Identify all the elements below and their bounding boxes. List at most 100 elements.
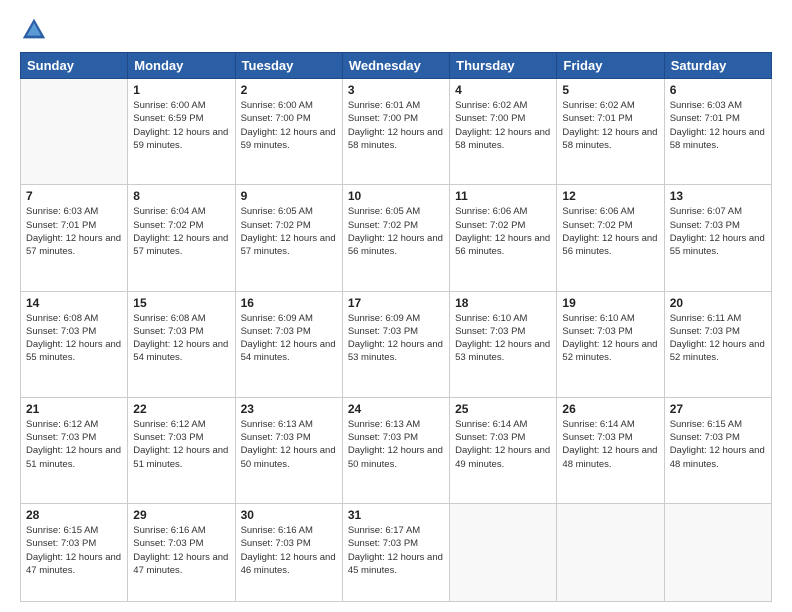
day-info: Sunrise: 6:11 AMSunset: 7:03 PMDaylight:… — [670, 312, 766, 365]
day-info: Sunrise: 6:00 AMSunset: 6:59 PMDaylight:… — [133, 99, 229, 152]
calendar-cell — [557, 504, 664, 602]
calendar-cell: 3 Sunrise: 6:01 AMSunset: 7:00 PMDaylight… — [342, 79, 449, 185]
day-info: Sunrise: 6:10 AMSunset: 7:03 PMDaylight:… — [562, 312, 658, 365]
day-number: 9 — [241, 189, 337, 203]
day-number: 30 — [241, 508, 337, 522]
day-info: Sunrise: 6:00 AMSunset: 7:00 PMDaylight:… — [241, 99, 337, 152]
day-info: Sunrise: 6:01 AMSunset: 7:00 PMDaylight:… — [348, 99, 444, 152]
calendar-cell: 6Sunrise: 6:03 AMSunset: 7:01 PMDaylight… — [664, 79, 771, 185]
calendar-cell: 23 Sunrise: 6:13 AMSunset: 7:03 PMDayligh… — [235, 397, 342, 503]
weekday-header-tuesday: Tuesday — [235, 53, 342, 79]
calendar-cell: 8 Sunrise: 6:04 AMSunset: 7:02 PMDaylight… — [128, 185, 235, 291]
day-number: 4 — [455, 83, 551, 97]
day-info: Sunrise: 6:07 AMSunset: 7:03 PMDaylight:… — [670, 205, 766, 258]
calendar-cell: 29Sunrise: 6:16 AMSunset: 7:03 PMDayligh… — [128, 504, 235, 602]
calendar-cell — [21, 79, 128, 185]
day-number: 19 — [562, 296, 658, 310]
day-number: 16 — [241, 296, 337, 310]
calendar-cell: 10 Sunrise: 6:05 AMSunset: 7:02 PMDayligh… — [342, 185, 449, 291]
week-row-2: 7 Sunrise: 6:03 AMSunset: 7:01 PMDaylight… — [21, 185, 772, 291]
day-info: Sunrise: 6:14 AMSunset: 7:03 PMDaylight:… — [455, 418, 551, 471]
day-number: 15 — [133, 296, 229, 310]
calendar-cell: 20Sunrise: 6:11 AMSunset: 7:03 PMDayligh… — [664, 291, 771, 397]
day-info: Sunrise: 6:14 AMSunset: 7:03 PMDaylight:… — [562, 418, 658, 471]
weekday-header-monday: Monday — [128, 53, 235, 79]
week-row-5: 28 Sunrise: 6:15 AMSunset: 7:03 PMDayligh… — [21, 504, 772, 602]
calendar-cell: 18 Sunrise: 6:10 AMSunset: 7:03 PMDayligh… — [450, 291, 557, 397]
day-number: 31 — [348, 508, 444, 522]
day-number: 11 — [455, 189, 551, 203]
calendar-cell: 19 Sunrise: 6:10 AMSunset: 7:03 PMDayligh… — [557, 291, 664, 397]
weekday-header-thursday: Thursday — [450, 53, 557, 79]
calendar-cell: 2 Sunrise: 6:00 AMSunset: 7:00 PMDaylight… — [235, 79, 342, 185]
calendar-cell — [664, 504, 771, 602]
calendar-cell: 22 Sunrise: 6:12 AMSunset: 7:03 PMDayligh… — [128, 397, 235, 503]
day-info: Sunrise: 6:06 AMSunset: 7:02 PMDaylight:… — [455, 205, 551, 258]
calendar-cell: 7 Sunrise: 6:03 AMSunset: 7:01 PMDaylight… — [21, 185, 128, 291]
day-info: Sunrise: 6:12 AMSunset: 7:03 PMDaylight:… — [26, 418, 122, 471]
day-info: Sunrise: 6:04 AMSunset: 7:02 PMDaylight:… — [133, 205, 229, 258]
day-number: 29 — [133, 508, 229, 522]
day-info: Sunrise: 6:02 AMSunset: 7:00 PMDaylight:… — [455, 99, 551, 152]
calendar-cell: 1 Sunrise: 6:00 AMSunset: 6:59 PMDaylight… — [128, 79, 235, 185]
day-number: 8 — [133, 189, 229, 203]
day-number: 23 — [241, 402, 337, 416]
day-number: 3 — [348, 83, 444, 97]
calendar-cell: 27Sunrise: 6:15 AMSunset: 7:03 PMDayligh… — [664, 397, 771, 503]
day-number: 21 — [26, 402, 122, 416]
day-info: Sunrise: 6:15 AMSunset: 7:03 PMDaylight:… — [26, 524, 122, 577]
weekday-header-sunday: Sunday — [21, 53, 128, 79]
calendar-cell: 13 Sunrise: 6:07 AMSunset: 7:03 PMDayligh… — [664, 185, 771, 291]
day-info: Sunrise: 6:09 AMSunset: 7:03 PMDaylight:… — [241, 312, 337, 365]
day-info: Sunrise: 6:13 AMSunset: 7:03 PMDaylight:… — [348, 418, 444, 471]
day-info: Sunrise: 6:02 AMSunset: 7:01 PMDaylight:… — [562, 99, 658, 152]
day-number: 25 — [455, 402, 551, 416]
calendar-cell: 5Sunrise: 6:02 AMSunset: 7:01 PMDaylight… — [557, 79, 664, 185]
calendar-cell: 26 Sunrise: 6:14 AMSunset: 7:03 PMDayligh… — [557, 397, 664, 503]
calendar-cell: 11 Sunrise: 6:06 AMSunset: 7:02 PMDayligh… — [450, 185, 557, 291]
day-info: Sunrise: 6:05 AMSunset: 7:02 PMDaylight:… — [348, 205, 444, 258]
day-number: 1 — [133, 83, 229, 97]
day-info: Sunrise: 6:06 AMSunset: 7:02 PMDaylight:… — [562, 205, 658, 258]
day-info: Sunrise: 6:17 AMSunset: 7:03 PMDaylight:… — [348, 524, 444, 577]
day-info: Sunrise: 6:03 AMSunset: 7:01 PMDaylight:… — [26, 205, 122, 258]
day-number: 18 — [455, 296, 551, 310]
day-number: 26 — [562, 402, 658, 416]
calendar-cell: 4 Sunrise: 6:02 AMSunset: 7:00 PMDaylight… — [450, 79, 557, 185]
day-info: Sunrise: 6:09 AMSunset: 7:03 PMDaylight:… — [348, 312, 444, 365]
day-info: Sunrise: 6:08 AMSunset: 7:03 PMDaylight:… — [133, 312, 229, 365]
calendar-cell: 17 Sunrise: 6:09 AMSunset: 7:03 PMDayligh… — [342, 291, 449, 397]
day-number: 28 — [26, 508, 122, 522]
day-info: Sunrise: 6:10 AMSunset: 7:03 PMDaylight:… — [455, 312, 551, 365]
week-row-3: 14 Sunrise: 6:08 AMSunset: 7:03 PMDayligh… — [21, 291, 772, 397]
calendar-cell: 25 Sunrise: 6:14 AMSunset: 7:03 PMDayligh… — [450, 397, 557, 503]
weekday-header-saturday: Saturday — [664, 53, 771, 79]
day-number: 22 — [133, 402, 229, 416]
day-number: 24 — [348, 402, 444, 416]
weekday-header-row: SundayMondayTuesdayWednesdayThursdayFrid… — [21, 53, 772, 79]
day-info: Sunrise: 6:08 AMSunset: 7:03 PMDaylight:… — [26, 312, 122, 365]
calendar-cell: 31 Sunrise: 6:17 AMSunset: 7:03 PMDayligh… — [342, 504, 449, 602]
calendar-cell: 16 Sunrise: 6:09 AMSunset: 7:03 PMDayligh… — [235, 291, 342, 397]
day-info: Sunrise: 6:13 AMSunset: 7:03 PMDaylight:… — [241, 418, 337, 471]
calendar-cell: 15 Sunrise: 6:08 AMSunset: 7:03 PMDayligh… — [128, 291, 235, 397]
day-info: Sunrise: 6:05 AMSunset: 7:02 PMDaylight:… — [241, 205, 337, 258]
logo — [20, 16, 54, 44]
calendar-table: SundayMondayTuesdayWednesdayThursdayFrid… — [20, 52, 772, 602]
day-number: 7 — [26, 189, 122, 203]
calendar-cell: 9 Sunrise: 6:05 AMSunset: 7:02 PMDaylight… — [235, 185, 342, 291]
header — [20, 16, 772, 44]
day-number: 2 — [241, 83, 337, 97]
page: SundayMondayTuesdayWednesdayThursdayFrid… — [0, 0, 792, 612]
day-number: 17 — [348, 296, 444, 310]
weekday-header-wednesday: Wednesday — [342, 53, 449, 79]
logo-icon — [20, 16, 48, 44]
day-number: 13 — [670, 189, 766, 203]
day-info: Sunrise: 6:03 AMSunset: 7:01 PMDaylight:… — [670, 99, 766, 152]
calendar-cell — [450, 504, 557, 602]
day-info: Sunrise: 6:16 AMSunset: 7:03 PMDaylight:… — [241, 524, 337, 577]
calendar-cell: 21 Sunrise: 6:12 AMSunset: 7:03 PMDayligh… — [21, 397, 128, 503]
day-number: 10 — [348, 189, 444, 203]
day-info: Sunrise: 6:12 AMSunset: 7:03 PMDaylight:… — [133, 418, 229, 471]
day-number: 14 — [26, 296, 122, 310]
